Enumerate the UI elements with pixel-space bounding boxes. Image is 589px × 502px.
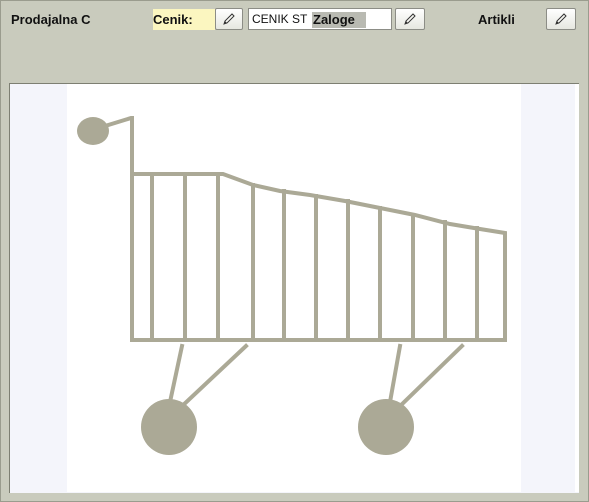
artikli-label: Artikli [478, 12, 515, 27]
edit-cenik-button[interactable] [215, 8, 243, 30]
pencil-icon [222, 12, 236, 26]
edit-zaloge-button[interactable] [395, 8, 425, 30]
pencil-icon [554, 12, 568, 26]
image-panel [9, 83, 579, 493]
edit-artikli-button[interactable] [546, 8, 576, 30]
cenik-label: Cenik: [153, 9, 215, 30]
pencil-icon [403, 12, 417, 26]
prodajalna-label: Prodajalna C [11, 12, 91, 27]
zaloge-label: Zaloge [312, 12, 366, 28]
shopping-cart-icon [77, 116, 507, 455]
window-frame: Prodajalna C Cenik: CENIK ST Zaloge Arti… [0, 0, 589, 502]
